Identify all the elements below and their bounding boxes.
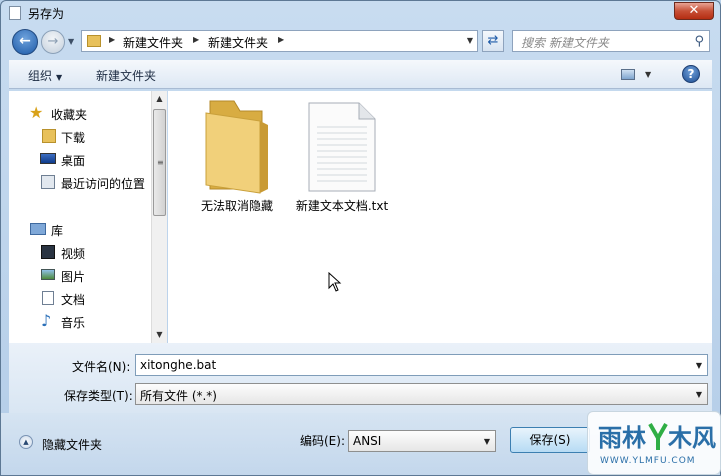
nav-label: 库 (51, 224, 64, 238)
scroll-up-icon[interactable]: ▲ (152, 91, 167, 107)
svg-text:木风: 木风 (667, 424, 716, 452)
nav-label: 视频 (61, 247, 86, 261)
watermark-url: WWW.YLMFU.COM (600, 456, 696, 466)
library-icon (30, 223, 46, 235)
refresh-button[interactable]: ⇄ (482, 30, 504, 52)
svg-text:雨林: 雨林 (598, 424, 646, 452)
filetype-label: 保存类型(T): (64, 389, 133, 403)
filename-field[interactable]: xitonghe.bat ▼ (135, 354, 708, 376)
filetype-select[interactable]: 所有文件 (*.*) ▼ (135, 383, 708, 405)
encoding-label: 编码(E): (300, 434, 345, 448)
file-list[interactable]: 无法取消隐藏 新建文本文档.txt (168, 91, 712, 343)
grip-icon: ≡ (157, 158, 164, 167)
watermark-brand-logo: 雨林 木风 (598, 423, 716, 452)
video-icon (41, 245, 55, 259)
breadcrumb-segment[interactable]: 新建文件夹 (208, 34, 268, 51)
scroll-down-icon[interactable]: ▼ (152, 327, 167, 343)
title-bar: 另存为 ✕ (1, 1, 720, 25)
save-as-dialog: 另存为 ✕ ← → ▼ ▶ 新建文件夹 ▶ 新建文件夹 ▶ ▼ ⇄ 搜索 新建文… (0, 0, 721, 476)
forward-button[interactable]: → (41, 30, 65, 54)
mouse-cursor-icon (328, 272, 342, 292)
nav-label: 下载 (61, 131, 86, 145)
nav-item-music[interactable]: ♪ 音乐 (9, 311, 151, 331)
file-item-folder[interactable]: 无法取消隐藏 (182, 91, 292, 213)
chevron-down-icon[interactable]: ▼ (484, 437, 490, 446)
save-button[interactable]: 保存(S) (510, 427, 590, 453)
help-button[interactable]: ? (682, 65, 700, 83)
organize-menu[interactable]: 组织 ▼ (28, 67, 62, 84)
new-folder-button[interactable]: 新建文件夹 (96, 67, 156, 84)
music-icon: ♪ (41, 311, 52, 330)
save-form: 文件名(N): xitonghe.bat ▼ 保存类型(T): 所有文件 (*.… (9, 343, 712, 413)
file-name: 无法取消隐藏 (200, 199, 273, 213)
nav-item-libraries[interactable]: 库 (9, 219, 151, 239)
downloads-folder-icon (42, 129, 56, 143)
window-title: 另存为 (28, 7, 65, 21)
nav-label: 收藏夹 (51, 108, 88, 122)
collapse-folders-icon[interactable]: ▲ (19, 435, 33, 449)
chevron-down-icon[interactable]: ▼ (696, 390, 702, 399)
command-toolbar: 组织 ▼ 新建文件夹 ▼ ? (9, 60, 712, 89)
address-bar[interactable]: ▶ 新建文件夹 ▶ 新建文件夹 ▶ ▼ (81, 30, 478, 52)
nav-label: 最近访问的位置 (61, 177, 146, 191)
folder-icon (87, 35, 101, 47)
breadcrumb-separator-icon[interactable]: ▶ (109, 35, 115, 44)
nav-label: 桌面 (61, 154, 86, 168)
recent-places-icon (41, 175, 55, 189)
back-button[interactable]: ← (12, 29, 38, 55)
encoding-value: ANSI (353, 434, 382, 448)
desktop-icon (40, 153, 56, 164)
breadcrumb-separator-icon[interactable]: ▶ (193, 35, 199, 44)
nav-item-downloads[interactable]: 下载 (9, 126, 151, 146)
change-view-icon[interactable] (621, 69, 635, 80)
chevron-down-icon: ▼ (56, 73, 63, 82)
watermark-logo: 雨林 木风 WWW.YLMFU.COM (587, 411, 721, 475)
nav-label: 文档 (61, 293, 86, 307)
nav-item-pictures[interactable]: 图片 (9, 265, 151, 285)
breadcrumb-segment[interactable]: 新建文件夹 (123, 34, 183, 51)
folder-icon (205, 100, 268, 194)
encoding-select[interactable]: ANSI ▼ (348, 430, 496, 452)
search-input[interactable]: 搜索 新建文件夹 ⚲ (512, 30, 710, 52)
pictures-icon (41, 269, 55, 280)
filetype-value: 所有文件 (*.*) (140, 389, 217, 403)
breadcrumb-separator-icon[interactable]: ▶ (278, 35, 284, 44)
navigation-pane: ★ 收藏夹 下载 桌面 最近访问的位置 库 视频 图片 文档 ♪ 音乐 ▲ ≡ … (9, 91, 167, 343)
view-dropdown-icon[interactable]: ▼ (645, 70, 651, 79)
nav-item-documents[interactable]: 文档 (9, 288, 151, 308)
nav-item-desktop[interactable]: 桌面 (9, 149, 151, 169)
nav-item-recent[interactable]: 最近访问的位置 (9, 172, 151, 192)
organize-label: 组织 (28, 69, 53, 83)
star-icon: ★ (29, 103, 44, 122)
nav-label: 图片 (61, 270, 86, 284)
filename-value[interactable]: xitonghe.bat (140, 358, 216, 372)
history-dropdown-icon[interactable]: ▼ (68, 37, 74, 46)
search-placeholder: 搜索 新建文件夹 (521, 36, 609, 50)
search-icon[interactable]: ⚲ (694, 34, 704, 49)
chevron-down-icon[interactable]: ▼ (696, 361, 702, 370)
close-button[interactable]: ✕ (674, 2, 714, 20)
nav-item-favorites[interactable]: ★ 收藏夹 (9, 103, 151, 123)
nav-item-videos[interactable]: 视频 (9, 242, 151, 262)
text-document-icon (308, 102, 376, 192)
notepad-icon (9, 6, 21, 20)
file-name: 新建文本文档.txt (295, 199, 389, 213)
scroll-thumb[interactable]: ≡ (153, 109, 166, 216)
filename-label: 文件名(N): (72, 360, 131, 374)
documents-icon (42, 291, 54, 305)
address-dropdown-icon[interactable]: ▼ (467, 36, 473, 45)
hide-folders-button[interactable]: 隐藏文件夹 (42, 436, 102, 453)
nav-scrollbar[interactable]: ▲ ≡ ▼ (151, 91, 167, 343)
file-item-text-document[interactable]: 新建文本文档.txt (287, 91, 397, 213)
nav-label: 音乐 (61, 316, 86, 330)
